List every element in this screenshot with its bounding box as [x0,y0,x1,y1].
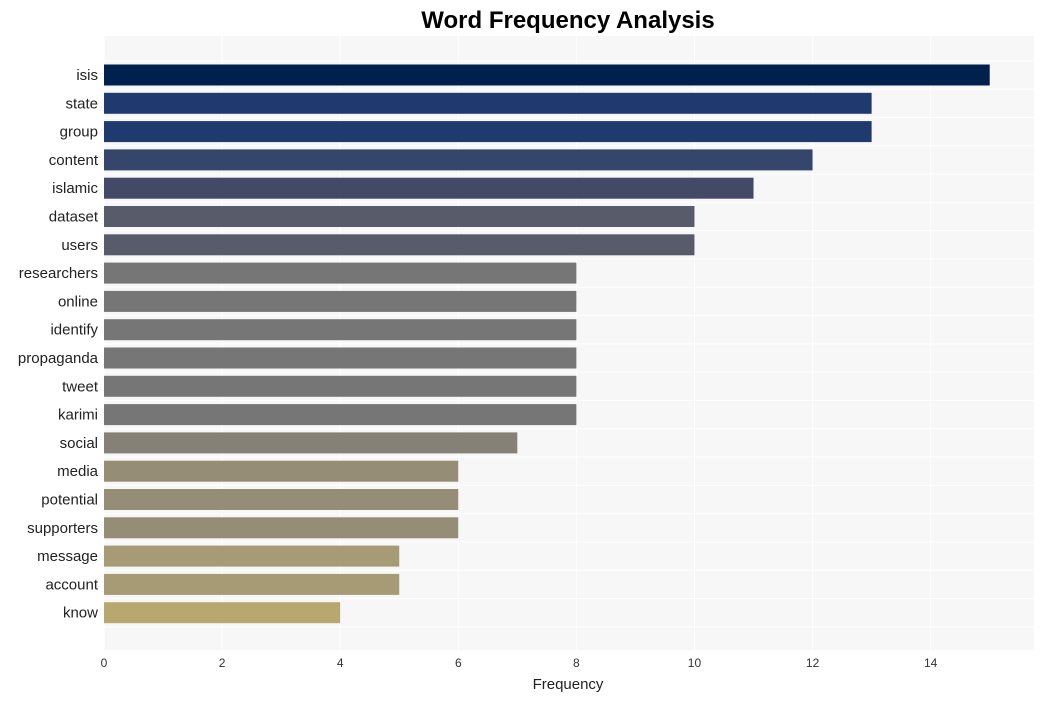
bar-online [104,290,577,312]
bar-social [104,432,518,454]
bar-islamic [104,177,754,199]
x-tick-label: 8 [573,656,580,670]
x-tick-label: 14 [924,656,938,670]
x-tick-label: 6 [455,656,462,670]
category-label: researchers [19,265,98,282]
bar-isis [104,64,990,86]
bar-users [104,234,695,256]
category-label: potential [41,492,98,509]
x-tick-label: 0 [101,656,108,670]
bar-content [104,149,813,171]
category-label: supporters [27,520,98,537]
x-tick-label: 2 [219,656,226,670]
category-label: isis [76,67,98,84]
category-label: propaganda [18,350,99,367]
x-tick-label: 4 [337,656,344,670]
category-label: group [60,124,98,141]
bar-group [104,121,872,143]
bar-dataset [104,206,695,227]
category-label: tweet [62,378,99,395]
bar-researchers [104,262,577,284]
bar-propaganda [104,347,577,369]
category-label: dataset [49,209,99,226]
bar-know [104,602,341,624]
bar-message [104,545,400,567]
bar-karimi [104,404,577,426]
x-tick-label: 10 [688,656,702,670]
x-tick-label: 12 [806,656,820,670]
bar-identify [104,319,577,341]
x-axis-ticks: 0 2 4 6 8 10 12 14 [101,656,938,670]
bar-supporters [104,517,459,539]
chart-title: Word Frequency Analysis [421,7,714,34]
x-axis-label: Frequency [533,676,604,693]
category-label: social [60,435,98,452]
category-labels: isis state group content islamic dataset users… [18,67,99,622]
bar-tweet [104,375,577,397]
category-label: message [37,548,98,565]
category-label: online [58,293,98,310]
category-label: account [45,576,98,593]
category-label: state [65,95,98,112]
bar-media [104,460,459,482]
category-label: islamic [52,180,98,197]
bar-account [104,573,400,595]
category-label: users [61,237,98,254]
category-label: identify [50,322,98,339]
category-label: know [63,605,98,622]
category-label: karimi [58,407,98,424]
category-label: content [49,152,99,169]
bar-potential [104,489,459,510]
bar-chart: isis state group content islamic dataset users… [18,7,1034,693]
bar-state [104,92,872,114]
category-label: media [57,463,99,480]
